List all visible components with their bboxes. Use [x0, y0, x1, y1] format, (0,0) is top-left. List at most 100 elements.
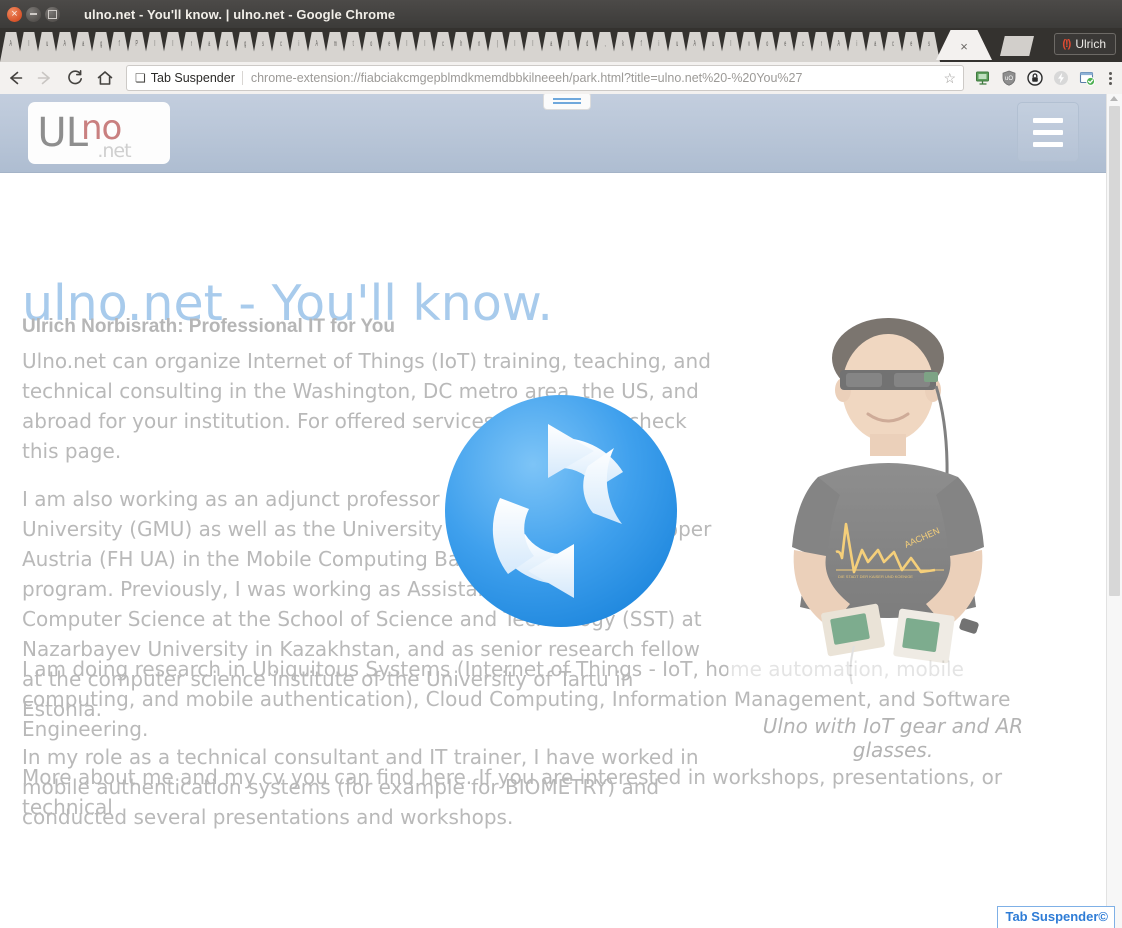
browser-tab[interactable]: f	[630, 32, 652, 62]
tab-title: A	[63, 39, 67, 48]
browser-tab[interactable]: l	[522, 32, 544, 62]
browser-tab[interactable]: l	[18, 32, 40, 62]
tab-title: u	[675, 39, 678, 48]
browser-tab[interactable]: i	[648, 32, 670, 62]
tab-title: l	[28, 39, 30, 48]
body-link[interactable]: AR	[996, 714, 1024, 738]
browser-tab[interactable]: a	[540, 32, 562, 62]
body-link[interactable]: IoT	[863, 714, 893, 738]
new-tab-button[interactable]	[1000, 36, 1034, 56]
browser-tab[interactable]: c	[792, 32, 814, 62]
active-tab[interactable]: ×	[936, 30, 992, 60]
address-bar[interactable]: ❏ Tab Suspender chrome-extension://fiabc…	[126, 65, 964, 91]
browser-tab[interactable]: o	[756, 32, 778, 62]
browser-tab[interactable]: r	[810, 32, 832, 62]
browser-tab[interactable]: g	[234, 32, 256, 62]
browser-tab[interactable]: m	[324, 32, 346, 62]
body-link[interactable]: here	[421, 765, 466, 789]
profile-chip[interactable]: (!) Ulrich	[1054, 33, 1116, 55]
tab-suspender-badge[interactable]: Tab Suspender©	[997, 905, 1115, 928]
close-window-button[interactable]	[7, 6, 22, 22]
window-titlebar: ulno.net - You'll know. | ulno.net - Goo…	[0, 0, 1122, 28]
browser-tab[interactable]: A	[828, 32, 850, 62]
browser-tab[interactable]: i	[288, 32, 310, 62]
scroll-up-arrow-icon[interactable]	[1110, 96, 1118, 101]
home-button[interactable]	[90, 63, 120, 93]
page-scrollbar-vertical[interactable]	[1106, 94, 1122, 928]
browser-tab[interactable]: A	[0, 32, 22, 62]
browser-tab[interactable]: c	[882, 32, 904, 62]
lightning-bolt-icon[interactable]	[1048, 64, 1074, 92]
browser-tab[interactable]: l	[558, 32, 580, 62]
browser-tab[interactable]: ,	[594, 32, 616, 62]
browser-tab[interactable]: l	[504, 32, 526, 62]
browser-tab[interactable]: e	[378, 32, 400, 62]
browser-tab[interactable]: e	[900, 32, 922, 62]
body-text: I am also working as an adjunct professo…	[22, 487, 473, 511]
browser-tab[interactable]: l	[144, 32, 166, 62]
body-link[interactable]: Ubiquitous Systems	[252, 657, 450, 681]
browser-tab[interactable]: v	[738, 32, 760, 62]
browser-tab[interactable]: (	[486, 32, 508, 62]
browser-tab[interactable]: l	[396, 32, 418, 62]
browser-tab[interactable]: o	[360, 32, 382, 62]
browser-tab[interactable]: k	[612, 32, 634, 62]
browser-tab[interactable]: A	[684, 32, 706, 62]
browser-tab[interactable]: s	[252, 32, 274, 62]
browser-tab[interactable]: s	[918, 32, 940, 62]
ublock-shield-icon[interactable]: uO	[996, 64, 1022, 92]
browser-tab[interactable]: n	[468, 32, 490, 62]
body-text: .	[114, 439, 122, 463]
browser-tab[interactable]: a	[198, 32, 220, 62]
browser-tab[interactable]: l	[414, 32, 436, 62]
browser-tab[interactable]: d	[216, 32, 238, 62]
browser-tab[interactable]: e	[774, 32, 796, 62]
browser-tab[interactable]: t	[342, 32, 364, 62]
scrollbar-thumb[interactable]	[1109, 106, 1120, 596]
browser-tab[interactable]: P	[126, 32, 148, 62]
window-check-icon[interactable]	[1074, 64, 1100, 92]
body-link[interactable]: Cloud Computing	[426, 687, 599, 711]
browser-tab[interactable]: h	[450, 32, 472, 62]
three-dot-menu-button[interactable]	[1100, 64, 1120, 92]
privacy-lock-icon[interactable]	[1022, 64, 1048, 92]
browser-tab[interactable]: i	[846, 32, 868, 62]
browser-tab[interactable]: r	[180, 32, 202, 62]
bookmark-star-icon[interactable]: ☆	[940, 71, 959, 85]
browser-tab[interactable]: a	[864, 32, 886, 62]
browser-tab[interactable]: A	[54, 32, 76, 62]
browser-tab[interactable]: u	[666, 32, 688, 62]
body-link[interactable]: School of Science and Technology (SST)	[277, 607, 675, 631]
minimize-window-button[interactable]	[26, 6, 41, 22]
tab-list[interactable]: Al u Aa g f Pl l r a d g s c i Am t o e l l c h n (l l a l d, k f i u Au…	[0, 30, 940, 62]
site-logo[interactable]: ULno.net	[28, 102, 170, 164]
browser-tab[interactable]: f	[108, 32, 130, 62]
back-button[interactable]	[0, 63, 30, 93]
tab-title: i	[856, 39, 858, 48]
remote-desktop-icon[interactable]	[970, 64, 996, 92]
puzzle-piece-icon: ❏	[135, 71, 146, 85]
menu-dot	[1108, 71, 1112, 75]
body-link[interactable]: Internet of Things (IoT)	[247, 349, 477, 373]
browser-tab[interactable]: c	[432, 32, 454, 62]
forward-button[interactable]	[30, 63, 60, 93]
browser-tab[interactable]: c	[270, 32, 292, 62]
browser-tab[interactable]: u	[702, 32, 724, 62]
browser-tab[interactable]: l	[162, 32, 184, 62]
reload-button[interactable]	[60, 63, 90, 93]
browser-tab[interactable]: u	[36, 32, 58, 62]
url-text[interactable]: chrome-extension://fiabciakcmgepblmdkmem…	[251, 71, 941, 85]
tab-title: P	[135, 39, 139, 48]
hamburger-menu-button[interactable]	[1017, 102, 1079, 162]
maximize-window-button[interactable]	[45, 6, 60, 22]
body-link[interactable]: IoT	[662, 657, 692, 681]
browser-tab[interactable]: l	[720, 32, 742, 62]
browser-tab[interactable]: g	[90, 32, 112, 62]
browser-tab[interactable]: A	[306, 32, 328, 62]
tab-title: u	[711, 39, 714, 48]
forward-arrow-icon	[37, 71, 50, 85]
browser-tab[interactable]: d	[576, 32, 598, 62]
browser-tab[interactable]: a	[72, 32, 94, 62]
body-link[interactable]: this page	[22, 439, 115, 463]
close-tab-icon[interactable]: ×	[960, 40, 968, 53]
